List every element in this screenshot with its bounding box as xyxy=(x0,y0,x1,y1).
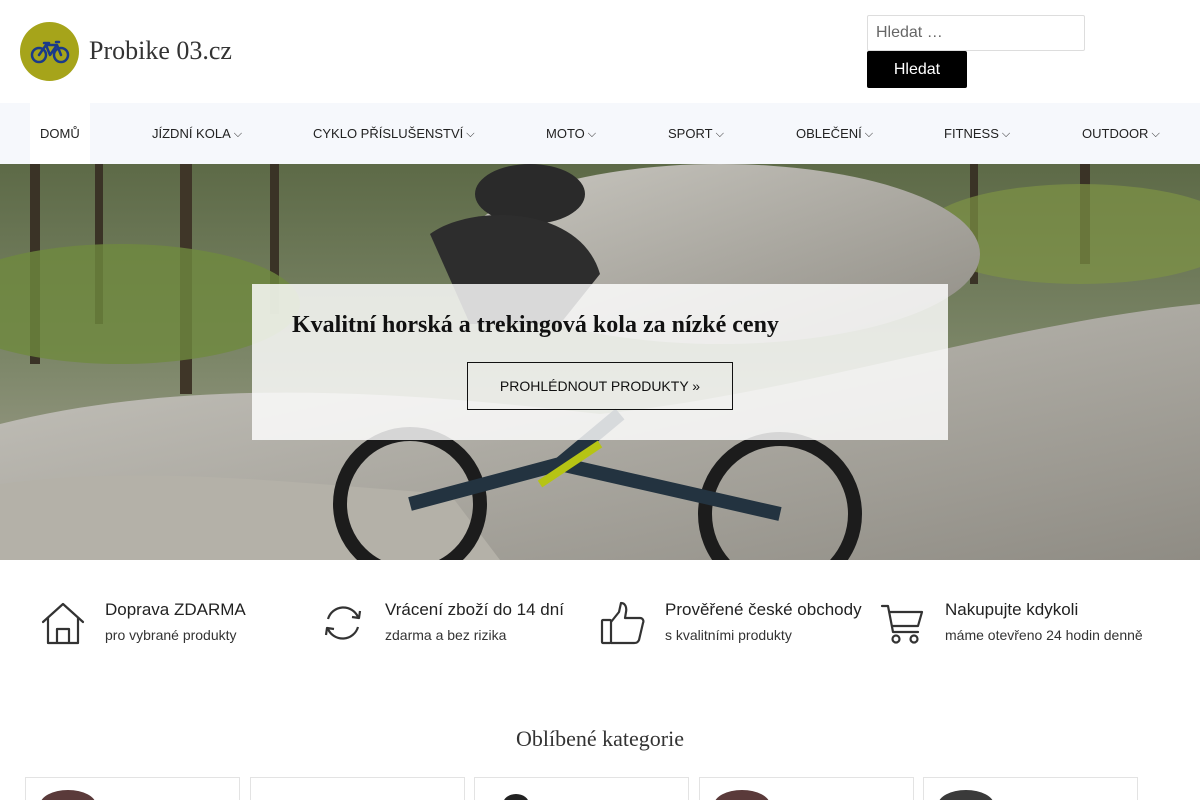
hero-overlay-box: Kvalitní horská a trekingová kola za níz… xyxy=(252,284,948,440)
category-card[interactable] xyxy=(25,777,240,800)
category-card[interactable] xyxy=(250,777,465,800)
nav-item-label: Moto xyxy=(546,126,585,141)
nav-item-cyklo-prislusenstvi[interactable]: Cyklo příslušenství ⌵ xyxy=(313,103,475,164)
site-title[interactable]: Probike 03.cz xyxy=(89,36,232,66)
nav-item-label: Fitness xyxy=(944,126,999,141)
feature-subtitle: s kvalitními produkty xyxy=(665,627,792,643)
feature-subtitle: máme otevřeno 24 hodin denně xyxy=(945,627,1143,643)
nav-item-obleceni[interactable]: Oblečení ⌵ xyxy=(796,103,873,164)
category-thumbnail xyxy=(40,790,96,800)
nav-item-moto[interactable]: Moto ⌵ xyxy=(546,103,596,164)
nav-item-label: Cyklo příslušenství xyxy=(313,126,464,141)
house-icon xyxy=(41,602,85,645)
nav-item-label: Jízdní kola xyxy=(152,126,231,141)
chevron-down-icon: ⌵ xyxy=(864,128,874,140)
category-thumbnail xyxy=(714,790,770,800)
search-button[interactable]: Hledat xyxy=(867,51,967,88)
chevron-down-icon: ⌵ xyxy=(715,128,724,140)
nav-item-fitness[interactable]: Fitness ⌵ xyxy=(944,103,1010,164)
nav-item-label: Outdoor xyxy=(1082,126,1149,141)
feature-title: Doprava ZDARMA xyxy=(105,600,246,619)
shopping-cart-icon xyxy=(880,604,924,644)
site-header: Probike 03.cz Hledat xyxy=(0,0,1200,103)
nav-item-domu[interactable]: Domů xyxy=(30,103,90,164)
browse-products-button[interactable]: PROHLÉDNOUT PRODUKTY » xyxy=(467,362,733,410)
feature-shop-anytime: Nakupujte kdykoli máme otevřeno 24 hodin… xyxy=(880,596,1160,656)
thumbs-up-icon xyxy=(600,601,645,645)
feature-title: Nakupujte kdykoli xyxy=(945,600,1079,619)
categories-heading: Oblíbené kategorie xyxy=(516,726,684,751)
chevron-down-icon: ⌵ xyxy=(587,128,597,140)
main-navigation: Domů Jízdní kola ⌵ Cyklo příslušenství ⌵ M… xyxy=(0,103,1200,164)
nav-item-label: Oblečení xyxy=(796,126,862,141)
chevron-down-icon: ⌵ xyxy=(466,128,475,140)
search-input[interactable] xyxy=(867,15,1085,51)
refresh-icon xyxy=(324,606,362,640)
feature-title: Prověřené české obchody xyxy=(665,600,862,619)
feature-title: Vrácení zboží do 14 dní xyxy=(385,600,564,619)
chevron-down-icon: ⌵ xyxy=(233,128,243,140)
chevron-down-icon: ⌵ xyxy=(1001,128,1011,140)
category-card[interactable] xyxy=(474,777,689,800)
category-card[interactable] xyxy=(923,777,1138,800)
feature-subtitle: zdarma a bez rizika xyxy=(385,627,507,643)
hero-title: Kvalitní horská a trekingová kola za níz… xyxy=(292,312,779,338)
nav-item-label: Sport xyxy=(668,126,713,141)
category-card[interactable] xyxy=(699,777,914,800)
nav-item-jizdni-kola[interactable]: Jízdní kola ⌵ xyxy=(152,103,242,164)
feature-verified-shops: Prověřené české obchody s kvalitními pro… xyxy=(600,596,880,656)
feature-free-shipping: Doprava ZDARMA pro vybrané produkty xyxy=(40,596,320,656)
nav-item-sport[interactable]: Sport ⌵ xyxy=(668,103,724,164)
feature-subtitle: pro vybrané produkty xyxy=(105,627,237,643)
chevron-down-icon: ⌵ xyxy=(1151,128,1160,140)
category-thumbnail xyxy=(503,794,529,800)
nav-item-label: Domů xyxy=(40,126,80,141)
bicycle-icon xyxy=(30,40,69,63)
site-logo[interactable] xyxy=(20,22,79,81)
feature-returns: Vrácení zboží do 14 dní zdarma a bez riz… xyxy=(320,596,600,656)
hero-banner: Kvalitní horská a trekingová kola za níz… xyxy=(0,164,1200,560)
category-thumbnail xyxy=(938,790,994,800)
nav-item-outdoor[interactable]: Outdoor ⌵ xyxy=(1082,103,1160,164)
